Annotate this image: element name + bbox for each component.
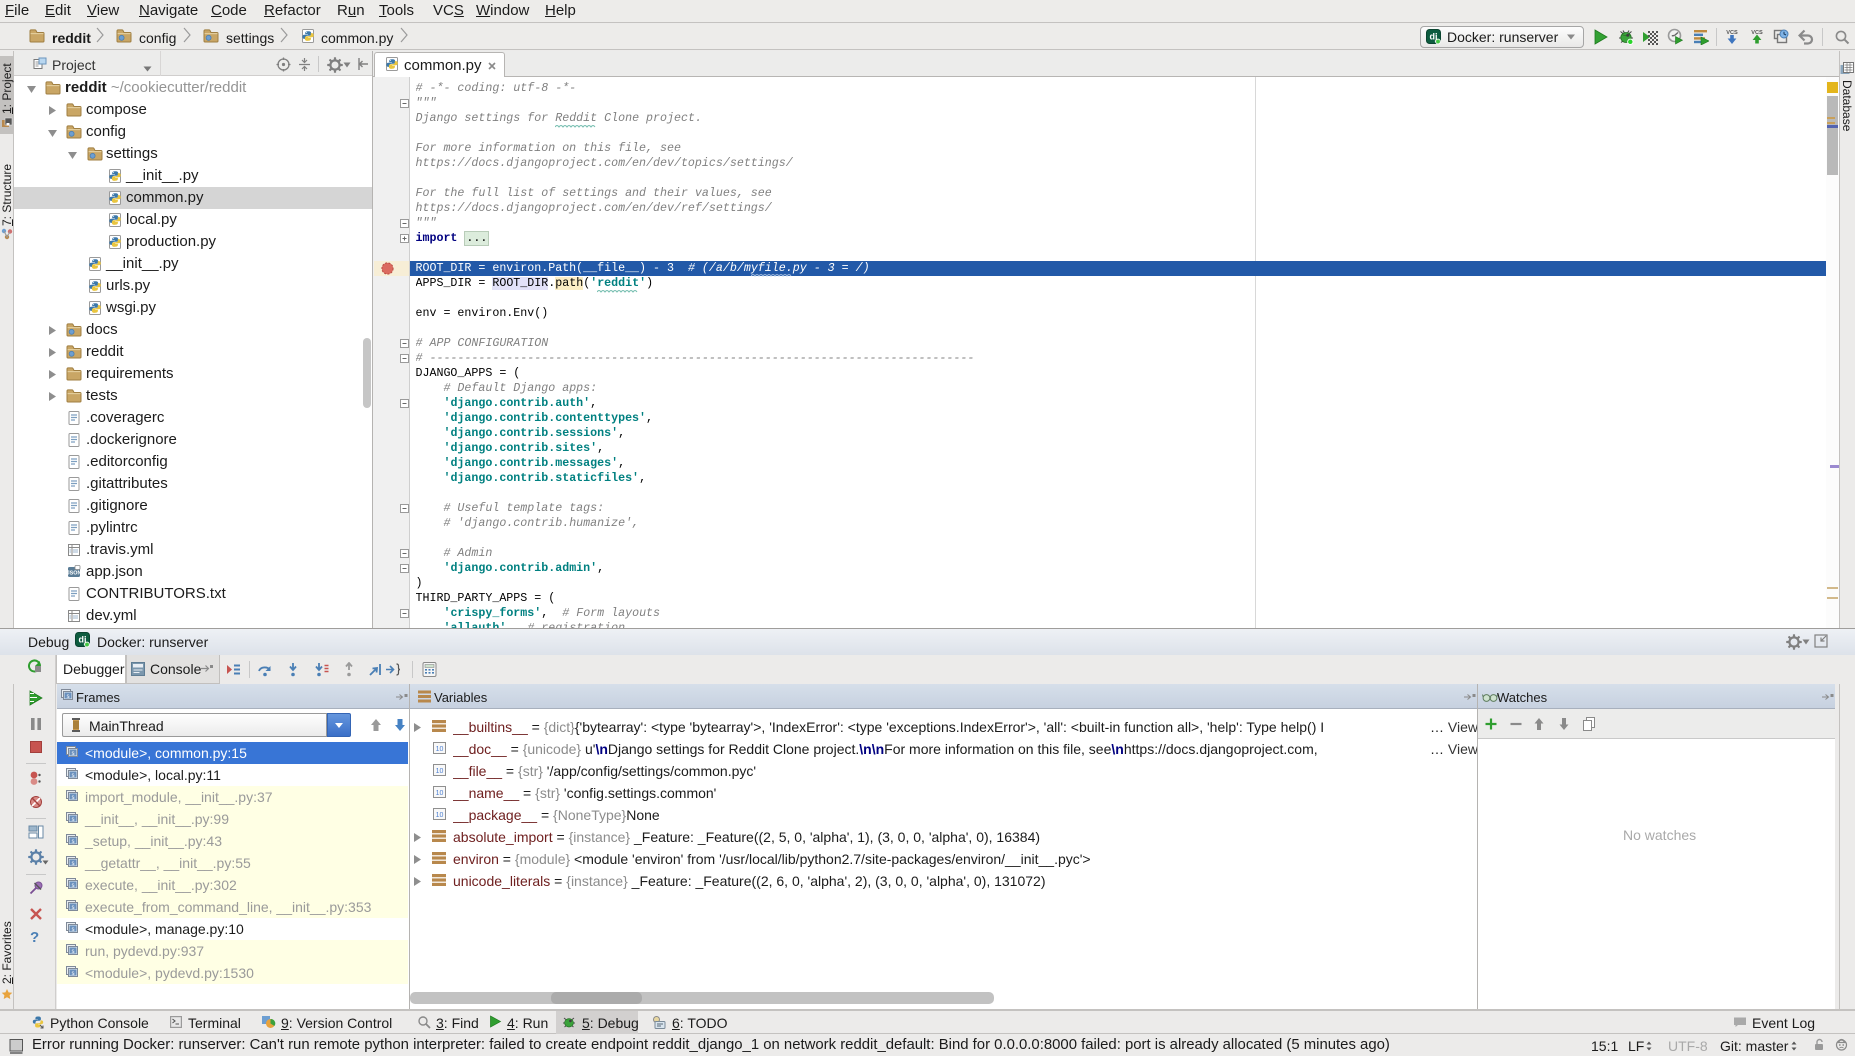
svg-text:s: s bbox=[71, 838, 75, 845]
svg-text:s: s bbox=[71, 860, 75, 867]
svg-text:s: s bbox=[71, 970, 75, 977]
svg-text:10: 10 bbox=[436, 812, 444, 819]
svg-text:10: 10 bbox=[436, 768, 444, 775]
svg-text:s: s bbox=[71, 926, 75, 933]
svg-text:10: 10 bbox=[436, 746, 444, 753]
svg-text:10: 10 bbox=[436, 790, 444, 797]
svg-text:s: s bbox=[66, 693, 70, 700]
svg-text:s: s bbox=[71, 882, 75, 889]
svg-text:s: s bbox=[71, 816, 75, 823]
svg-text:s: s bbox=[71, 904, 75, 911]
svg-text:s: s bbox=[71, 772, 75, 779]
svg-text:s: s bbox=[71, 948, 75, 955]
svg-text:s: s bbox=[71, 750, 75, 757]
svg-text:s: s bbox=[71, 794, 75, 801]
svg-text:JSON: JSON bbox=[67, 571, 82, 577]
